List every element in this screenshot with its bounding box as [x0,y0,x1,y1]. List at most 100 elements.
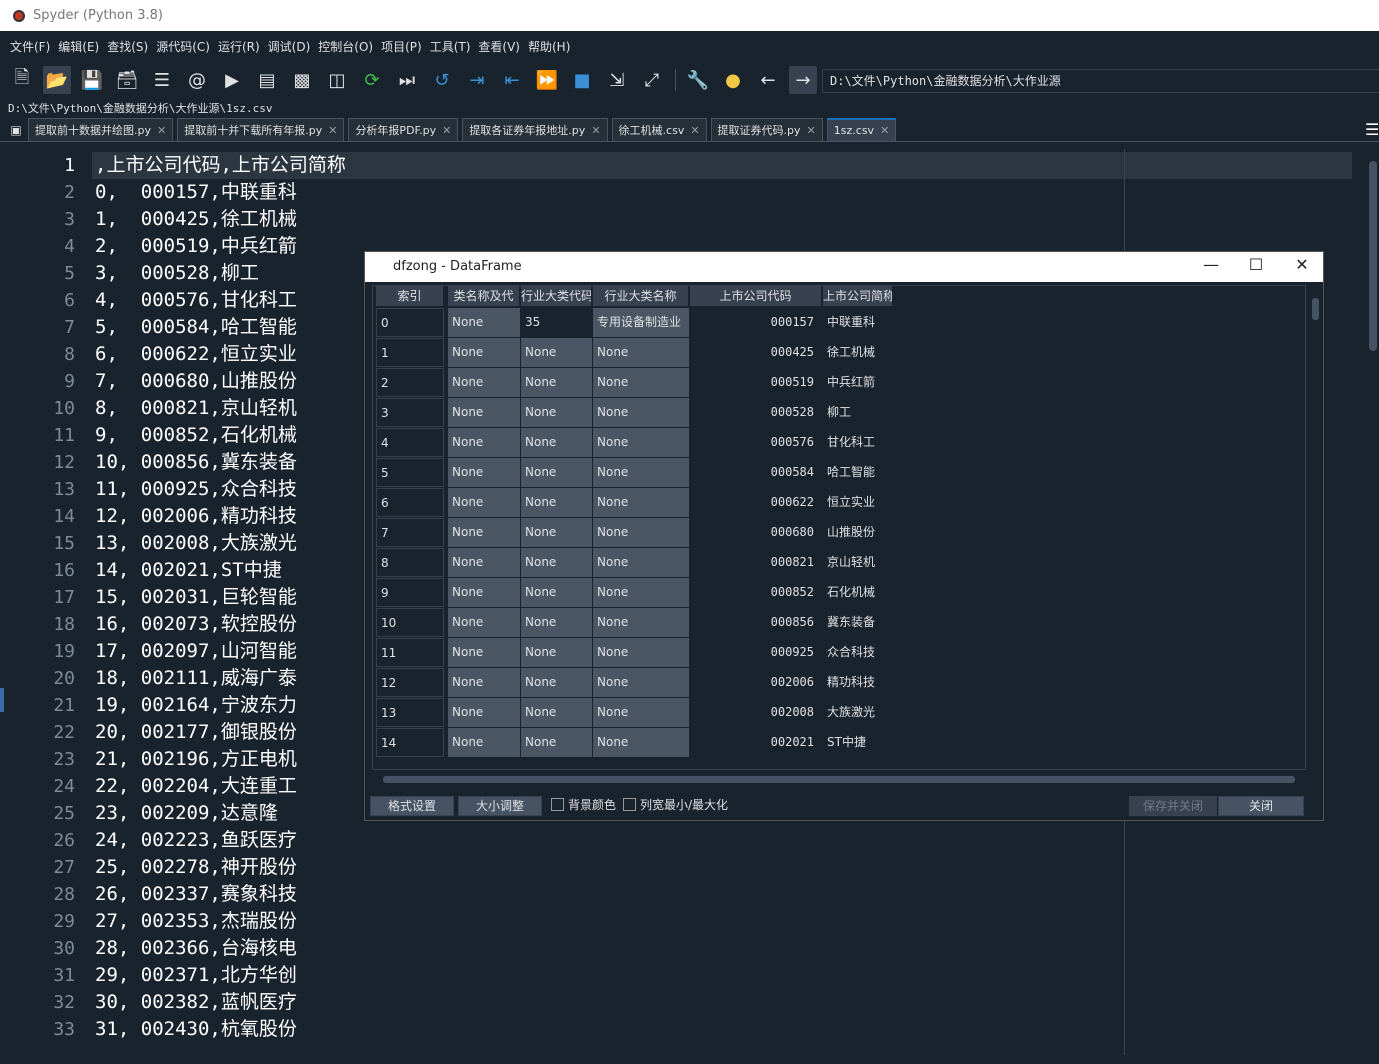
scrollbar-thumb[interactable] [1312,298,1319,320]
grid-cell[interactable]: 35 [521,308,592,338]
row-index[interactable]: 0 [376,308,444,337]
grid-cell[interactable]: None [593,668,689,698]
code-line[interactable]: 14, 002021,ST中捷 [95,557,282,584]
grid-cell[interactable]: None [448,698,520,728]
grid-cell[interactable]: None [593,368,689,398]
code-line[interactable]: 19, 002164,宁波东力 [95,692,297,719]
code-line[interactable]: 13, 002008,大族激光 [95,530,297,557]
grid-cell[interactable]: None [593,488,689,518]
maximize-pane-icon[interactable]: ⇲ [603,66,631,94]
row-index[interactable]: 4 [376,428,444,457]
code-line[interactable]: 22, 002204,大连重工 [95,773,297,800]
step-into-icon[interactable]: ⇥ [463,66,491,94]
grid-cell[interactable]: 000576 [690,428,822,458]
code-line[interactable]: 27, 002353,杰瑞股份 [95,908,297,935]
run-cell-icon[interactable]: ▤ [253,66,281,94]
grid-cell[interactable]: None [521,698,592,728]
save-all-icon[interactable]: 🗃 [113,66,141,94]
forward-arrow-icon[interactable]: → [789,66,817,94]
code-line[interactable]: 29, 002371,北方华创 [95,962,297,989]
grid-cell[interactable]: 000425 [690,338,822,368]
grid-cell[interactable]: None [521,488,592,518]
column-header[interactable]: 上市公司代码 [690,286,822,306]
code-line[interactable]: 10, 000856,冀东装备 [95,449,297,476]
row-index[interactable]: 2 [376,368,444,397]
tab-browse-icon[interactable]: ▣ [4,118,28,141]
code-line[interactable]: 26, 002337,赛象科技 [95,881,297,908]
grid-horizontal-scrollbar[interactable] [373,774,1305,785]
tab-file[interactable]: 提取前十数据并绘图.py ✕ [28,118,174,141]
dataframe-grid[interactable]: 索引 类名称及代 行业大类代码 行业大类名称 上市公司代码 上市公司简称 0 None 35 专用… [372,285,1306,770]
grid-cell[interactable]: 000856 [690,608,822,638]
code-line[interactable]: 12, 002006,精功科技 [95,503,297,530]
grid-cell[interactable]: None [593,458,689,488]
tab-file[interactable]: 提取各证券年报地址.py ✕ [462,118,608,141]
new-file-icon[interactable]: 🗎 [8,66,36,94]
grid-cell[interactable]: 000680 [690,518,822,548]
grid-cell[interactable]: 哈工智能 [823,458,893,488]
row-index[interactable]: 7 [376,518,444,547]
close-icon[interactable]: ✕ [690,124,699,137]
close-icon[interactable]: ✕ [442,124,451,137]
grid-cell[interactable]: None [593,548,689,578]
back-arrow-icon[interactable]: ← [754,66,782,94]
col-minmax-checkbox[interactable] [623,798,636,811]
grid-cell[interactable]: 京山轻机 [823,548,893,578]
grid-cell[interactable]: None [521,428,592,458]
menu-edit[interactable]: 编辑(E) [54,38,103,55]
row-index[interactable]: 12 [376,668,444,697]
python-path-icon[interactable]: ● [719,66,747,94]
code-line[interactable]: 17, 002097,山河智能 [95,638,297,665]
grid-cell[interactable]: None [593,518,689,548]
code-line[interactable]: 11, 000925,众合科技 [95,476,297,503]
grid-cell[interactable]: None [593,608,689,638]
grid-cell[interactable]: 柳工 [823,398,893,428]
grid-cell[interactable]: None [448,608,520,638]
grid-cell[interactable]: 大族激光 [823,698,893,728]
tab-file[interactable]: 徐工机械.csv ✕ [611,118,707,141]
close-icon[interactable]: ✕ [1290,255,1314,274]
menu-source[interactable]: 源代码(C) [152,38,214,55]
working-directory-input[interactable]: D:\文件\Python\金融数据分析\大作业源 [822,69,1379,93]
grid-cell[interactable]: None [448,728,520,758]
code-line[interactable]: 31, 002430,杭氧股份 [95,1016,297,1043]
grid-cell[interactable]: 甘化科工 [823,428,893,458]
tab-file[interactable]: 提取前十并下载所有年报.py ✕ [177,118,345,141]
grid-cell[interactable]: 002006 [690,668,822,698]
row-index[interactable]: 14 [376,728,444,757]
menu-file[interactable]: 文件(F) [6,38,54,55]
code-line[interactable]: 1, 000425,徐工机械 [95,206,297,233]
row-index[interactable]: 9 [376,578,444,607]
grid-cell[interactable]: 众合科技 [823,638,893,668]
grid-cell[interactable]: ST中捷 [823,728,893,758]
grid-cell[interactable]: 中联重科 [823,308,893,338]
grid-cell[interactable]: None [593,638,689,668]
menu-search[interactable]: 查找(S) [103,38,152,55]
grid-cell[interactable]: 恒立实业 [823,488,893,518]
grid-cell[interactable]: None [521,728,592,758]
close-icon[interactable]: ✕ [591,124,600,137]
code-line[interactable]: 25, 002278,神开股份 [95,854,297,881]
menu-help[interactable]: 帮助(H) [524,38,574,55]
grid-cell[interactable]: 徐工机械 [823,338,893,368]
code-line[interactable]: 8, 000821,京山轻机 [95,395,297,422]
grid-cell[interactable]: None [448,368,520,398]
tab-options-menu-icon[interactable]: ☰ [1365,120,1379,140]
grid-cell[interactable]: 冀东装备 [823,608,893,638]
grid-cell[interactable]: None [521,668,592,698]
open-file-icon[interactable]: 📂 [43,66,71,94]
grid-cell[interactable]: 002021 [690,728,822,758]
grid-cell[interactable]: 002008 [690,698,822,728]
grid-cell[interactable]: 石化机械 [823,578,893,608]
code-line[interactable]: 16, 002073,软控股份 [95,611,297,638]
code-line[interactable]: 30, 002382,蓝帆医疗 [95,989,297,1016]
scrollbar-thumb[interactable] [1369,161,1377,351]
preferences-wrench-icon[interactable]: 🔧 [684,66,712,94]
row-index[interactable]: 8 [376,548,444,577]
grid-cell[interactable]: None [448,428,520,458]
grid-cell[interactable]: None [593,428,689,458]
code-line[interactable]: 6, 000622,恒立实业 [95,341,297,368]
scrollbar-thumb[interactable] [383,776,1295,783]
menu-console[interactable]: 控制台(O) [314,38,377,55]
grid-cell[interactable]: None [521,608,592,638]
